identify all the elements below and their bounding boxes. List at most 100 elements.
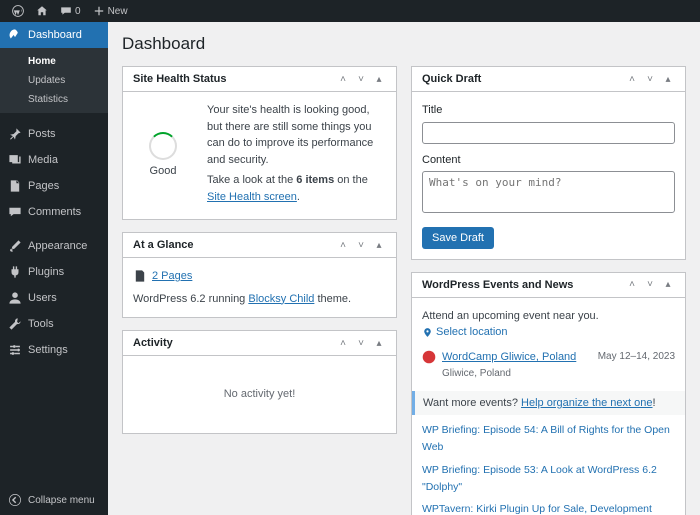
submenu-dashboard: Home Updates Statistics [0, 48, 108, 113]
health-indicator: Good [133, 132, 193, 180]
media-icon [8, 153, 22, 167]
attend-prompt: Attend an upcoming event near you. Selec… [422, 308, 675, 344]
home-icon [36, 5, 48, 17]
move-down-icon[interactable]: ˅ [643, 279, 657, 290]
move-down-icon[interactable]: ˅ [354, 74, 368, 85]
move-down-icon[interactable]: ˅ [643, 74, 657, 85]
plus-icon [93, 5, 105, 17]
admin-menu: Dashboard Home Updates Statistics Posts … [0, 22, 108, 515]
save-draft-button[interactable]: Save Draft [422, 227, 494, 249]
menu-label: Dashboard [28, 29, 82, 41]
menu-comments[interactable]: Comments [0, 199, 108, 225]
draft-content-input[interactable] [422, 171, 675, 213]
menu-label: Media [28, 154, 58, 166]
wordpress-icon [12, 5, 24, 17]
site-home[interactable] [30, 5, 54, 17]
menu-media[interactable]: Media [0, 147, 108, 173]
user-icon [8, 291, 22, 305]
menu-settings[interactable]: Settings [0, 337, 108, 363]
box-title: Site Health Status [133, 73, 336, 85]
location-icon [422, 327, 433, 338]
main-content: Dashboard Site Health Status ˄˅▴ Good Yo [108, 22, 700, 515]
wordcamp-icon [422, 350, 436, 364]
comment-icon [60, 5, 72, 17]
comments-bubble[interactable]: 0 [54, 5, 87, 17]
menu-users[interactable]: Users [0, 285, 108, 311]
box-title: Quick Draft [422, 73, 625, 85]
comment-icon [8, 205, 22, 219]
menu-pages[interactable]: Pages [0, 173, 108, 199]
menu-label: Plugins [28, 266, 64, 278]
dashboard-icon [8, 28, 22, 42]
wrench-icon [8, 317, 22, 331]
menu-plugins[interactable]: Plugins [0, 259, 108, 285]
health-cta: Take a look at the 6 items on the Site H… [207, 172, 386, 205]
admin-bar: 0 New [0, 0, 700, 22]
select-location-link[interactable]: Select location [422, 324, 508, 341]
page-icon [133, 269, 147, 283]
wp-logo[interactable] [6, 5, 30, 17]
new-label: New [108, 6, 128, 17]
menu-tools[interactable]: Tools [0, 311, 108, 337]
move-up-icon[interactable]: ˄ [625, 279, 639, 290]
sliders-icon [8, 343, 22, 357]
menu-label: Tools [28, 318, 54, 330]
at-a-glance-box: At a Glance ˄ ˅ ▴ 2 Pages WordPress 6.2 ru… [122, 232, 397, 318]
content-label: Content [422, 152, 675, 169]
collapse-label: Collapse menu [28, 495, 95, 506]
event-date: May 12–14, 2023 [598, 349, 675, 364]
new-content[interactable]: New [87, 5, 134, 17]
menu-label: Settings [28, 344, 68, 356]
theme-link[interactable]: Blocksy Child [248, 293, 314, 305]
organize-link[interactable]: Help organize the next one [521, 397, 652, 409]
collapse-menu[interactable]: Collapse menu [0, 485, 108, 515]
menu-posts[interactable]: Posts [0, 121, 108, 147]
box-title: At a Glance [133, 239, 336, 251]
move-up-icon[interactable]: ˄ [336, 74, 350, 85]
news-link[interactable]: WP Briefing: Episode 53: A Look at WordP… [422, 464, 657, 493]
toggle-icon[interactable]: ▴ [661, 74, 675, 85]
submenu-home[interactable]: Home [0, 52, 108, 71]
event-title-link[interactable]: WordCamp Gliwice, Poland [442, 351, 576, 363]
move-down-icon[interactable]: ˅ [354, 240, 368, 251]
pages-count-link[interactable]: 2 Pages [152, 268, 192, 285]
menu-label: Users [28, 292, 57, 304]
toggle-icon[interactable]: ▴ [661, 279, 675, 290]
submenu-updates[interactable]: Updates [0, 71, 108, 90]
menu-label: Pages [28, 180, 59, 192]
event-item: WordCamp Gliwice, Poland Gliwice, Poland… [422, 343, 675, 387]
move-up-icon[interactable]: ˄ [336, 240, 350, 251]
news-link[interactable]: WPTavern: Kirki Plugin Up for Sale, Deve… [422, 503, 652, 515]
menu-label: Comments [28, 206, 81, 218]
move-down-icon[interactable]: ˅ [354, 338, 368, 349]
health-desc: Your site's health is looking good, but … [207, 102, 386, 168]
page-title: Dashboard [122, 34, 686, 54]
menu-label: Posts [28, 128, 56, 140]
plug-icon [8, 265, 22, 279]
menu-dashboard[interactable]: Dashboard [0, 22, 108, 48]
news-link[interactable]: WP Briefing: Episode 54: A Bill of Right… [422, 424, 670, 453]
brush-icon [8, 239, 22, 253]
menu-appearance[interactable]: Appearance [0, 233, 108, 259]
submenu-statistics[interactable]: Statistics [0, 90, 108, 109]
wp-version: WordPress 6.2 running Blocksy Child them… [133, 291, 386, 308]
health-circle-icon [149, 132, 177, 160]
toggle-icon[interactable]: ▴ [372, 74, 386, 85]
collapse-icon [8, 493, 22, 507]
health-status: Good [133, 163, 193, 180]
more-events: Want more events? Help organize the next… [412, 391, 685, 416]
pin-icon [8, 127, 22, 141]
page-icon [8, 179, 22, 193]
menu-label: Appearance [28, 240, 87, 252]
events-news-box: WordPress Events and News ˄ ˅ ▴ Attend an … [411, 272, 686, 515]
draft-title-input[interactable] [422, 122, 675, 144]
title-label: Title [422, 102, 675, 119]
quick-draft-box: Quick Draft ˄ ˅ ▴ Title Content Save Draft [411, 66, 686, 260]
move-up-icon[interactable]: ˄ [625, 74, 639, 85]
site-health-link[interactable]: Site Health screen [207, 191, 297, 203]
box-title: Activity [133, 337, 336, 349]
toggle-icon[interactable]: ▴ [372, 338, 386, 349]
toggle-icon[interactable]: ▴ [372, 240, 386, 251]
move-up-icon[interactable]: ˄ [336, 338, 350, 349]
box-title: WordPress Events and News [422, 279, 625, 291]
